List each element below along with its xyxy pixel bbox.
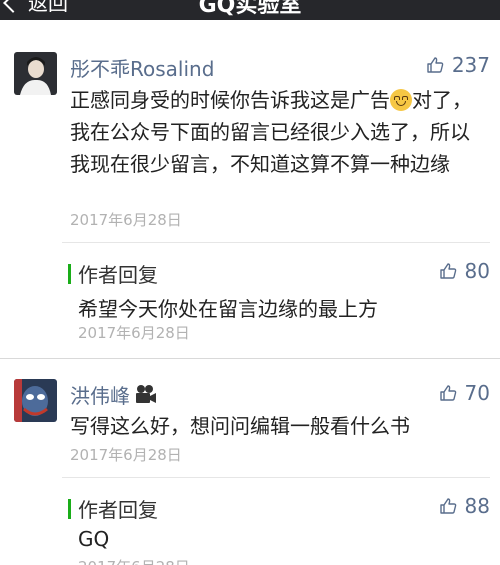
avatar[interactable]	[14, 379, 57, 422]
like-button[interactable]: 70	[439, 381, 490, 405]
reply-date: 2017年6月28日	[78, 556, 190, 565]
reply-header: 作者回复	[68, 494, 158, 523]
reply-marker	[68, 498, 71, 519]
author-name: 洪伟峰	[70, 384, 130, 408]
comment-author[interactable]: 洪伟峰	[70, 380, 158, 409]
reply-text: GQ	[78, 527, 110, 551]
author-reply: 作者回复 88 GQ 2017年6月28日	[62, 477, 490, 565]
thumbs-up-icon	[439, 498, 456, 514]
movie-camera-icon	[134, 384, 158, 406]
reply-label: 作者回复	[78, 498, 158, 522]
thumbs-up-icon	[439, 385, 456, 401]
like-count: 88	[464, 494, 490, 518]
reply-like-button[interactable]: 88	[439, 494, 490, 518]
comment-date: 2017年6月28日	[70, 446, 182, 464]
comment-text: 写得这么好，想问问编辑一般看什么书	[70, 414, 410, 438]
comment-item: 洪伟峰 70 写得这么好，想问问编辑一般看什么书 2017年6月28日 作者回复…	[0, 0, 500, 565]
like-count: 70	[464, 381, 490, 405]
